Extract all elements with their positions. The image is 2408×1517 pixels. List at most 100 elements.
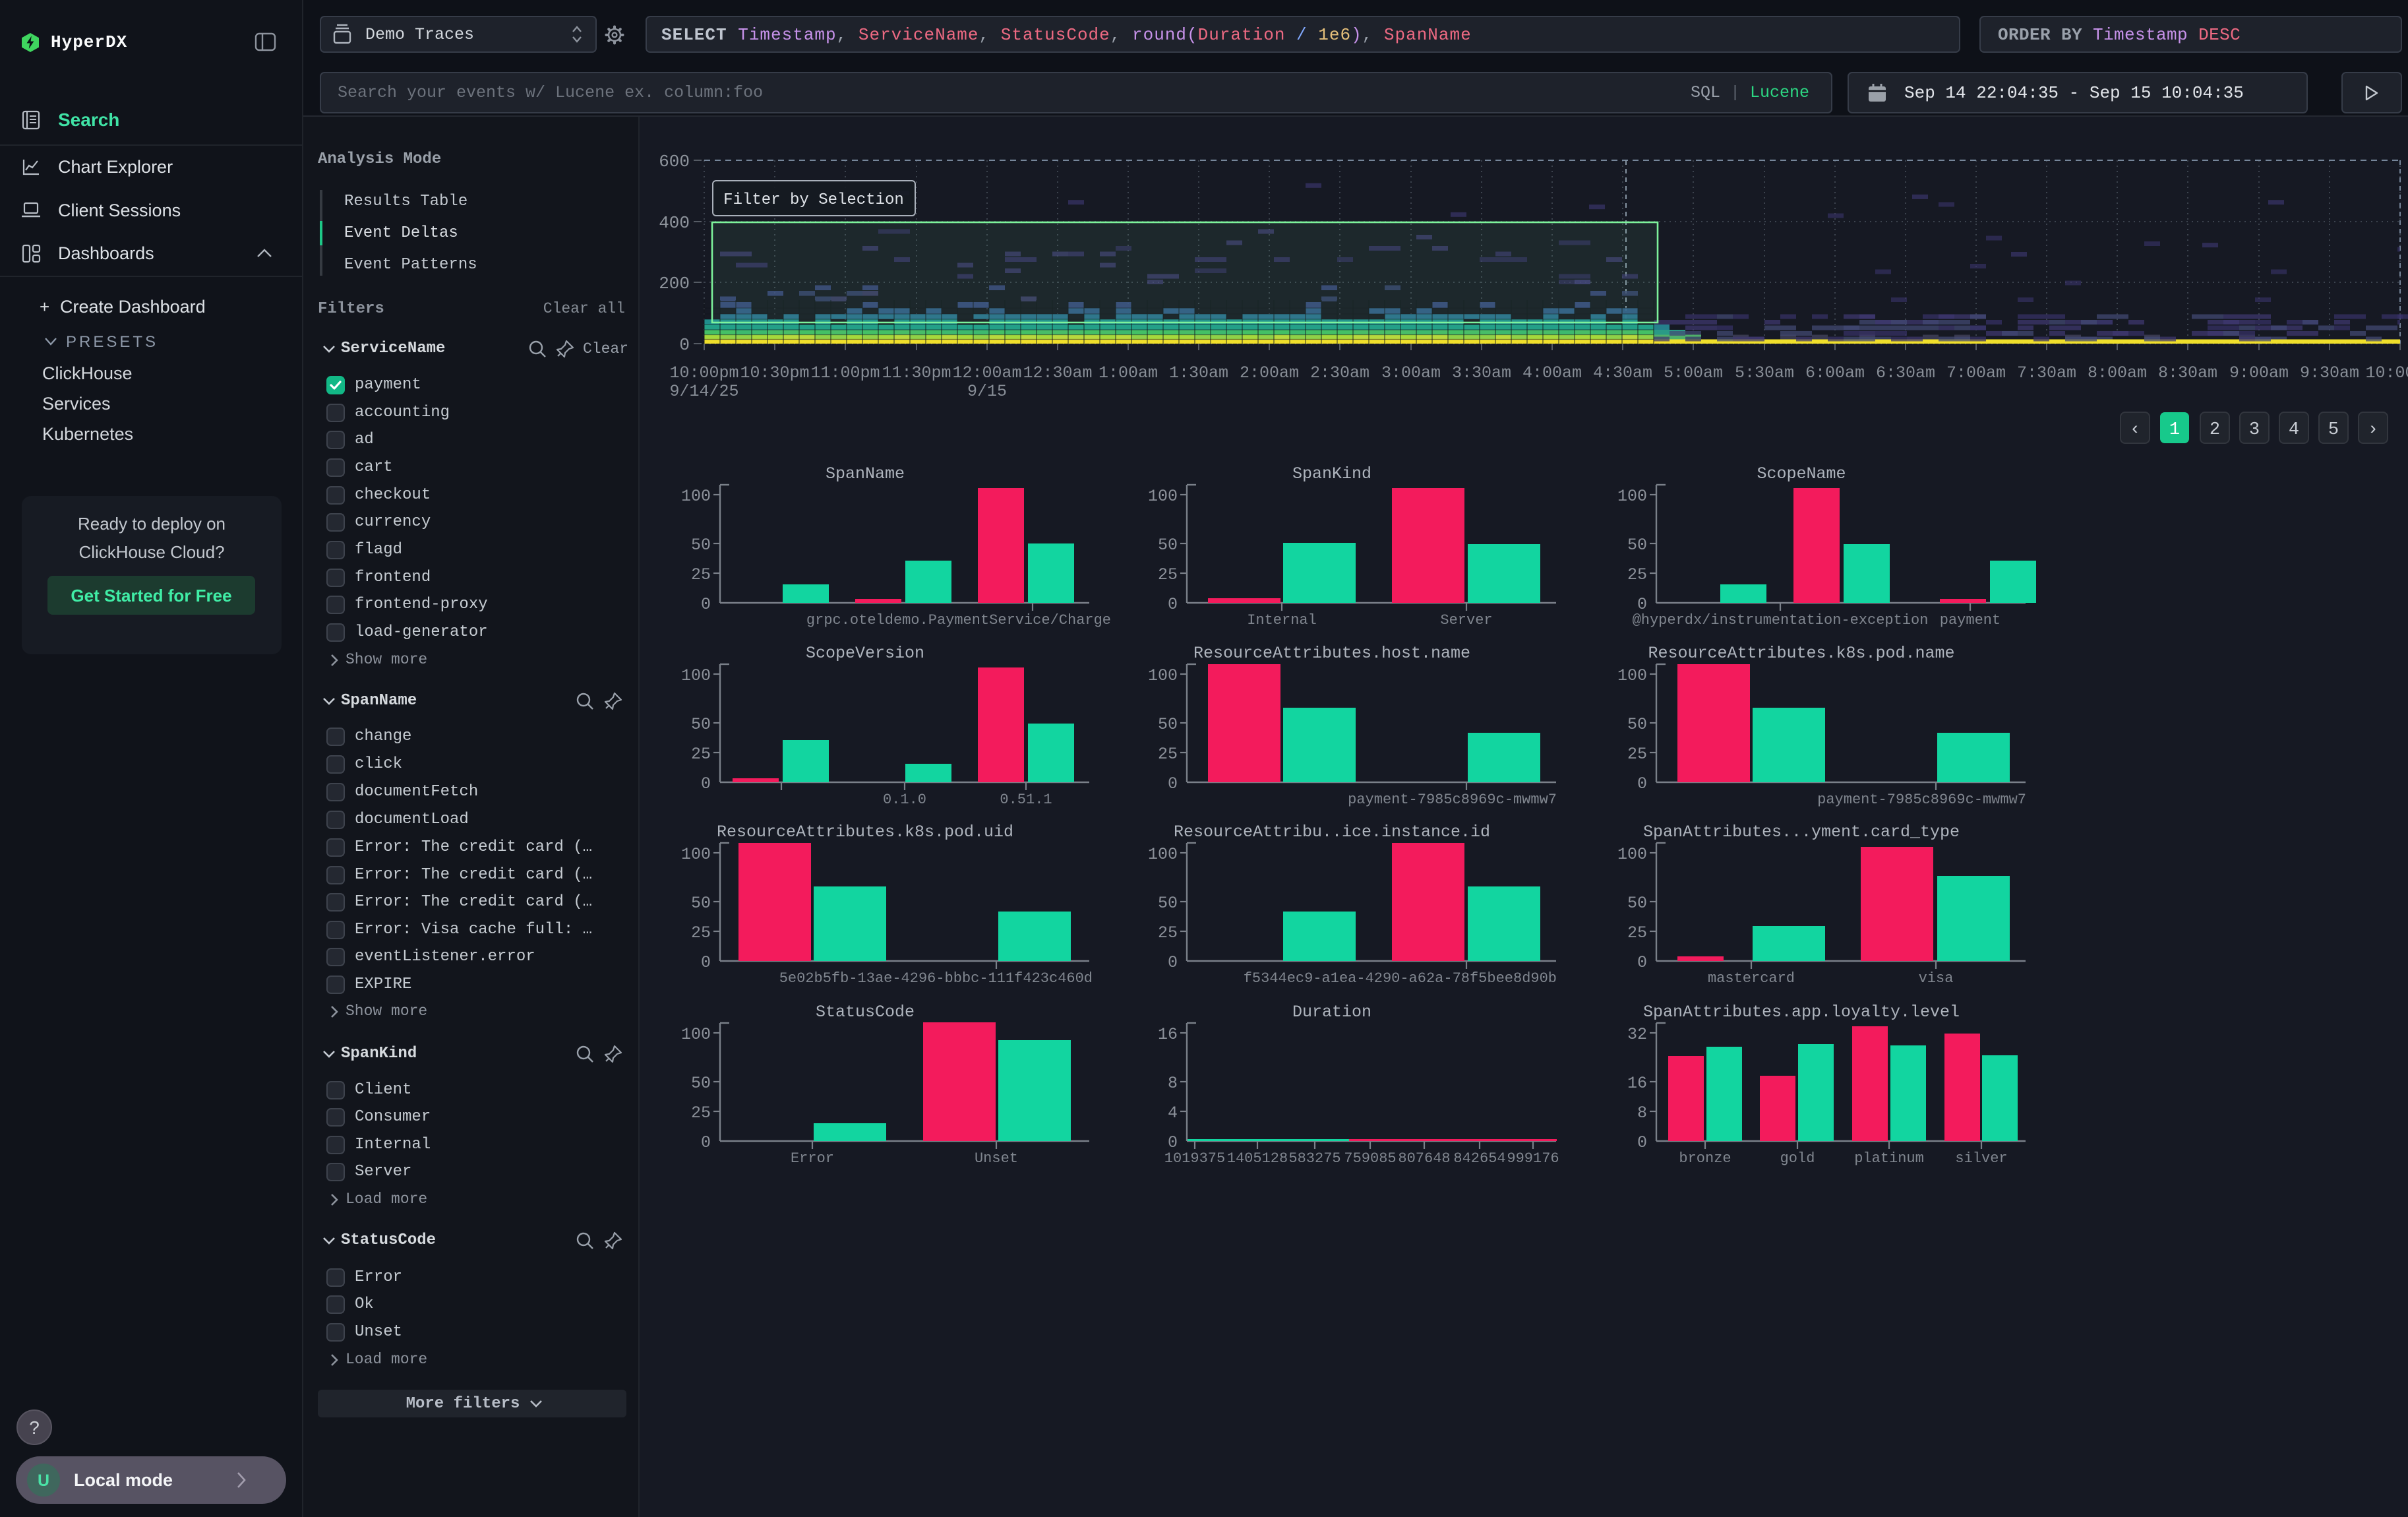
svg-text:1405128: 1405128	[1227, 1150, 1288, 1167]
svg-text:2: 2	[2210, 420, 2220, 440]
svg-text:50: 50	[691, 1074, 711, 1093]
svg-text:platinum: platinum	[1854, 1150, 1924, 1167]
svg-text:f5344ec9-a1ea-4290-a62a-78f5be: f5344ec9-a1ea-4290-a62a-78f5bee8d90b	[1244, 970, 1557, 987]
svg-text:10:00pm: 10:00pm	[669, 363, 738, 383]
svg-text:ResourceAttributes.k8s.pod.uid: ResourceAttributes.k8s.pod.uid	[717, 822, 1013, 842]
svg-text:25: 25	[691, 565, 711, 584]
svg-text:100: 100	[681, 666, 711, 685]
svg-text:759085: 759085	[1344, 1150, 1396, 1167]
svg-text:ScopeVersion: ScopeVersion	[806, 644, 924, 663]
svg-text:Filter by Selection: Filter by Selection	[723, 191, 904, 209]
svg-text:Duration: Duration	[1292, 1003, 1371, 1022]
svg-text:3:00am: 3:00am	[1381, 363, 1441, 383]
svg-text:0: 0	[701, 1133, 711, 1152]
svg-text:50: 50	[1627, 894, 1647, 913]
svg-text:6:00am: 6:00am	[1805, 363, 1865, 383]
svg-text:›: ›	[2368, 420, 2378, 440]
svg-text:100: 100	[1617, 487, 1647, 506]
svg-text:grpc.oteldemo.PaymentService/C: grpc.oteldemo.PaymentService/Charge	[806, 612, 1111, 629]
svg-text:Error: Error	[791, 1150, 834, 1167]
svg-text:32: 32	[1627, 1025, 1647, 1044]
svg-text:842654: 842654	[1453, 1150, 1505, 1167]
svg-text:8:00am: 8:00am	[2088, 363, 2147, 383]
svg-text:@hyperdx/instrumentation-excep: @hyperdx/instrumentation-exception	[1633, 612, 1929, 629]
svg-text:100: 100	[1148, 845, 1178, 864]
svg-text:10:00am: 10:00am	[2365, 363, 2408, 383]
svg-text:10:30pm: 10:30pm	[740, 363, 809, 383]
svg-text:100: 100	[681, 1025, 711, 1044]
svg-text:ResourceAttributes.host.name: ResourceAttributes.host.name	[1193, 644, 1470, 663]
svg-text:0: 0	[1168, 595, 1178, 614]
svg-text:5:30am: 5:30am	[1735, 363, 1794, 383]
svg-text:ResourceAttribu..ice.instance.: ResourceAttribu..ice.instance.id	[1174, 822, 1490, 842]
svg-text:0: 0	[1637, 774, 1647, 793]
svg-text:1:00am: 1:00am	[1099, 363, 1158, 383]
svg-text:12:00am: 12:00am	[952, 363, 1021, 383]
svg-text:600: 600	[659, 152, 690, 171]
svg-text:0: 0	[701, 953, 711, 972]
svg-text:100: 100	[1148, 487, 1178, 506]
svg-text:2:00am: 2:00am	[1240, 363, 1299, 383]
svg-text:50: 50	[691, 894, 711, 913]
svg-text:25: 25	[691, 923, 711, 943]
svg-text:50: 50	[1158, 715, 1178, 734]
svg-text:9:00am: 9:00am	[2229, 363, 2289, 383]
svg-text:100: 100	[1617, 666, 1647, 685]
svg-text:50: 50	[1627, 536, 1647, 555]
svg-text:StatusCode: StatusCode	[816, 1003, 915, 1022]
svg-text:silver: silver	[1955, 1150, 2007, 1167]
svg-text:9/14/25: 9/14/25	[669, 382, 738, 401]
svg-text:8: 8	[1637, 1103, 1647, 1123]
svg-text:25: 25	[1627, 565, 1647, 584]
svg-text:payment-7985c8969c-mwmw7: payment-7985c8969c-mwmw7	[1817, 791, 2026, 808]
svg-text:‹: ‹	[2130, 420, 2140, 440]
svg-text:4:00am: 4:00am	[1522, 363, 1582, 383]
svg-text:400: 400	[659, 213, 690, 233]
svg-text:Server: Server	[1440, 612, 1492, 629]
svg-text:50: 50	[1158, 894, 1178, 913]
svg-text:visa: visa	[1919, 970, 1954, 987]
svg-text:583275: 583275	[1288, 1150, 1340, 1167]
svg-text:11:30pm: 11:30pm	[882, 363, 951, 383]
svg-text:11:00pm: 11:00pm	[810, 363, 880, 383]
svg-text:0: 0	[1637, 595, 1647, 614]
svg-text:25: 25	[1627, 923, 1647, 943]
svg-text:SpanAttributes...yment.card_ty: SpanAttributes...yment.card_type	[1643, 822, 1960, 842]
svg-text:100: 100	[1617, 845, 1647, 864]
svg-text:100: 100	[1148, 666, 1178, 685]
svg-text:0: 0	[701, 774, 711, 793]
svg-text:0: 0	[1637, 953, 1647, 972]
svg-text:0: 0	[1168, 953, 1178, 972]
svg-text:5e02b5fb-13ae-4296-bbbc-111f42: 5e02b5fb-13ae-4296-bbbc-111f423c460d	[779, 970, 1093, 987]
svg-text:16: 16	[1627, 1074, 1647, 1093]
svg-text:25: 25	[1158, 565, 1178, 584]
svg-text:0: 0	[701, 595, 711, 614]
svg-text:ResourceAttributes.k8s.pod.nam: ResourceAttributes.k8s.pod.name	[1648, 644, 1954, 663]
svg-text:3:30am: 3:30am	[1452, 363, 1511, 383]
svg-text:8: 8	[1168, 1074, 1178, 1093]
svg-text:0: 0	[679, 335, 690, 355]
svg-text:payment: payment	[1940, 612, 2001, 629]
svg-text:25: 25	[1158, 745, 1178, 764]
svg-text:Unset: Unset	[975, 1150, 1018, 1167]
svg-text:5:00am: 5:00am	[1664, 363, 1723, 383]
svg-text:ScopeName: ScopeName	[1757, 464, 1846, 483]
svg-text:gold: gold	[1780, 1150, 1815, 1167]
svg-text:8:30am: 8:30am	[2158, 363, 2217, 383]
svg-text:4:30am: 4:30am	[1593, 363, 1652, 383]
svg-text:0: 0	[1168, 1133, 1178, 1152]
svg-text:7:30am: 7:30am	[2017, 363, 2076, 383]
svg-text:mastercard: mastercard	[1708, 970, 1795, 987]
svg-text:0.1.0: 0.1.0	[883, 791, 926, 808]
svg-text:25: 25	[691, 745, 711, 764]
svg-text:50: 50	[691, 715, 711, 734]
svg-text:SpanAttributes.app.loyalty.lev: SpanAttributes.app.loyalty.level	[1643, 1003, 1960, 1022]
svg-text:SpanName: SpanName	[826, 464, 905, 483]
svg-text:1:30am: 1:30am	[1169, 363, 1228, 383]
svg-text:1019375: 1019375	[1164, 1150, 1225, 1167]
svg-text:3: 3	[2249, 420, 2260, 440]
svg-text:9/15: 9/15	[967, 382, 1007, 401]
svg-text:0.51.1: 0.51.1	[1000, 791, 1052, 808]
svg-text:bronze: bronze	[1679, 1150, 1731, 1167]
svg-text:12:30am: 12:30am	[1023, 363, 1092, 383]
